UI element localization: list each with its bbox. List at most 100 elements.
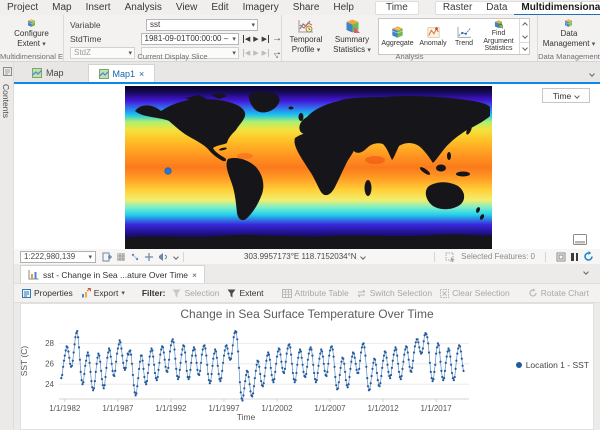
clear-selection-button: Clear Selection (436, 286, 514, 300)
map-scale-combobox[interactable]: 1:222,980,139▾ (20, 251, 96, 263)
tab-raster-layer[interactable]: Raster Layer (436, 2, 479, 14)
properties-icon (22, 289, 31, 298)
layout-box-icon[interactable] (556, 252, 566, 262)
chart-panel: sst - Change in Sea ...ature Over Time ×… (14, 264, 600, 430)
menu-insert[interactable]: Insert (79, 0, 118, 15)
chart-toolbar: Properties Export▾ Filter: Selection Ext… (14, 283, 600, 303)
group-label-slice: Current Display Slice (64, 52, 281, 61)
menu-project[interactable]: Project (0, 0, 45, 15)
anomaly-button[interactable]: Anomaly (416, 19, 450, 54)
selected-features-count[interactable]: Selected Features: 0 (461, 252, 535, 261)
switch-arrows-icon (357, 289, 367, 298)
map-tab-icon (99, 69, 109, 79)
properties-button[interactable]: Properties (18, 286, 77, 300)
add-point-icon[interactable] (144, 252, 154, 262)
dropdown-arrow-icon: ▾ (42, 41, 46, 48)
rotate-icon (528, 288, 538, 298)
chart-tab[interactable]: sst - Change in Sea ...ature Over Time × (20, 265, 205, 283)
snap-icon[interactable] (130, 252, 140, 262)
chart-tab-strip: sst - Change in Sea ...ature Over Time × (14, 264, 600, 283)
new-bookmark-icon[interactable] (102, 252, 112, 262)
dropdown-arrow-icon: ▾ (88, 253, 92, 261)
dialog-launcher-icon[interactable]: ↘ (273, 53, 279, 60)
map-view[interactable]: Time (14, 82, 600, 249)
dropdown-arrow-icon: ▾ (251, 21, 255, 29)
refresh-icon[interactable] (583, 251, 594, 262)
view-tab-map[interactable]: Map (22, 64, 74, 82)
menu-map[interactable]: Map (45, 0, 78, 15)
menu-share[interactable]: Share (286, 0, 327, 15)
filter-label: Filter: (139, 288, 169, 298)
attribute-table-button: Attribute Table (278, 286, 353, 300)
gallery-scroll-up[interactable] (520, 19, 529, 30)
stdtime-combobox[interactable]: 1981-09-01T00:00:00 –▾ (141, 33, 239, 45)
close-tab-icon[interactable]: × (139, 69, 144, 79)
filter-extent-button[interactable]: Extent (223, 286, 267, 300)
chart-legend[interactable]: Location 1 - SST (516, 360, 589, 370)
gallery-scrollbar (519, 19, 529, 54)
view-tab-map1[interactable]: Map1 × (88, 64, 156, 82)
menu-analysis[interactable]: Analysis (118, 0, 169, 15)
play-button[interactable]: ▶ (253, 35, 258, 43)
notifications-icon[interactable] (158, 252, 170, 262)
menu-help[interactable]: Help (326, 0, 361, 15)
group-analysis: Temporal Profile ▾ Summary Statistics ▾ … (282, 15, 538, 61)
step-backward-button[interactable]: ◀ (243, 35, 250, 43)
funnel-icon (172, 289, 181, 298)
map-tab-icon (32, 68, 42, 78)
selected-features-icon (445, 252, 456, 262)
aggregate-button[interactable]: Aggregate (379, 19, 416, 54)
tab-data[interactable]: Data (479, 2, 514, 14)
step-forward-button[interactable]: ▶ (262, 35, 269, 43)
sea-surface-temperature-raster[interactable] (125, 86, 492, 249)
grid-icon[interactable] (116, 252, 126, 262)
aggregate-icon (390, 26, 405, 39)
move-slice-button[interactable]: → (272, 33, 282, 44)
tab-time-contextual[interactable]: Time (375, 1, 419, 15)
contents-panel-tab[interactable]: Contents (1, 84, 11, 118)
configure-extent-button[interactable]: Configure Extent ▾ (12, 17, 51, 51)
chart-card: Change in Sea Surface Temperature Over T… (20, 303, 594, 430)
trend-button[interactable]: Trend (450, 19, 478, 54)
legend-marker-icon (516, 362, 522, 368)
menu-edit[interactable]: Edit (204, 0, 235, 15)
export-button[interactable]: Export▾ (77, 286, 129, 300)
find-argument-statistics-button[interactable]: Find Argument Statistics (478, 19, 519, 54)
map-coordinates[interactable]: 303.9957173°E 118.7152034°N (244, 252, 365, 261)
variable-combobox[interactable]: sst▾ (146, 19, 258, 31)
x-axis-label: Time (21, 412, 471, 422)
map-status-bar: 1:222,980,139▾ 303.9957173°E 118.7152034… (14, 249, 600, 264)
group-data-management: Data Management ▾ Data Management (538, 15, 600, 61)
tab-strip-chevron-icon[interactable] (589, 71, 595, 77)
data-management-cube-icon (560, 19, 577, 28)
chevron-down-icon (360, 254, 366, 260)
dropdown-arrow-icon: ▾ (592, 41, 596, 48)
svg-text:24: 24 (45, 380, 54, 389)
chevron-down-icon[interactable] (173, 254, 179, 260)
clear-selection-icon (440, 289, 449, 298)
pause-drawing-button[interactable] (571, 253, 578, 261)
funnel-icon (227, 289, 236, 298)
dropdown-arrow-icon: ▾ (232, 35, 236, 43)
tab-multidimensional[interactable]: Multidimensional (514, 2, 600, 16)
left-dock-strip: Contents (0, 62, 14, 430)
contents-pane-icon (3, 67, 12, 76)
stdtime-label: StdTime (66, 34, 107, 44)
map-time-button[interactable]: Time (542, 88, 590, 103)
menu-imagery[interactable]: Imagery (236, 0, 286, 15)
stdtime-playback-controls: ◀ ▶ ▶ → (243, 33, 282, 44)
dock-panel-icon[interactable] (573, 234, 587, 245)
gallery-scroll-down[interactable] (520, 30, 529, 41)
location-marker[interactable] (165, 168, 171, 174)
group-label-extent: Multidimensional Extent (0, 52, 63, 61)
panel-chevron-icon[interactable] (583, 269, 589, 275)
table-icon (282, 289, 292, 298)
close-chart-tab-icon[interactable]: × (192, 270, 197, 280)
chevron-down-icon (574, 93, 580, 99)
chart-tab-icon (28, 270, 39, 280)
group-label-analysis: Analysis (282, 52, 537, 61)
anomaly-icon (426, 26, 441, 39)
data-management-button[interactable]: Data Management ▾ (541, 17, 597, 51)
menu-view[interactable]: View (169, 0, 205, 15)
view-tab-strip: Map Map1 × (14, 62, 600, 82)
